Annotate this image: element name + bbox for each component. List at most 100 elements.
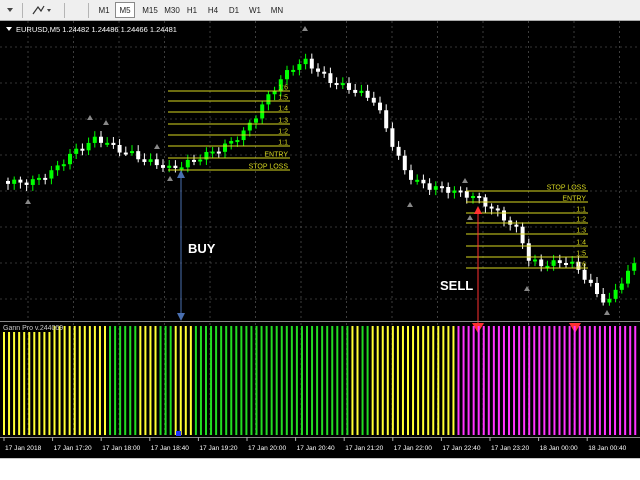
candle-body	[564, 262, 568, 265]
buy-level-label: STOP LOSS	[249, 164, 289, 171]
buy-levels-group: 1:6 1:5 1:4 1:3 1:2 1:1 ENTRY STOP LOSS	[168, 85, 290, 171]
candle-body	[303, 58, 308, 65]
time-label: 17 Jan 18:40	[151, 445, 189, 452]
sell-level-label: 1:4	[576, 240, 586, 247]
candle-body	[415, 179, 420, 182]
sell-level-label: 1:3	[576, 228, 586, 235]
buy-level-label: 1:3	[278, 118, 288, 125]
fractal-marker-icon	[604, 310, 610, 315]
time-label: 17 Jan 18:00	[102, 445, 140, 452]
candle-body	[390, 128, 395, 147]
candle-body	[192, 159, 196, 162]
time-label: 17 Jan 20:40	[297, 445, 335, 452]
time-label: 17 Jan 19:20	[199, 445, 237, 452]
symbol-info: EURUSD,M5 1.24482 1.24486 1.24466 1.2448…	[16, 25, 177, 34]
candle-body	[514, 224, 519, 227]
candle-body	[198, 159, 203, 162]
candle-body	[365, 90, 370, 98]
sell-level-label: 1:5	[576, 251, 586, 258]
timeframe-w1-button[interactable]: W1	[245, 2, 265, 18]
candle-body	[30, 179, 35, 185]
buy-level-label: 1:6	[278, 85, 288, 92]
candle-body	[340, 83, 345, 86]
sell-level-label: STOP LOSS	[547, 185, 587, 192]
candle-body	[99, 136, 103, 143]
candle-body	[452, 190, 457, 193]
fractal-marker-icon	[462, 178, 468, 183]
fractal-marker-icon	[87, 115, 93, 120]
indicator-histogram	[3, 326, 637, 435]
candle-body	[254, 118, 258, 123]
candle-body	[440, 186, 444, 189]
dropdown-arrow-icon[interactable]	[3, 2, 17, 18]
candle-body	[384, 110, 389, 129]
candle-body	[495, 208, 500, 211]
candle-body	[595, 282, 599, 295]
timeframe-m30-button[interactable]: M30	[160, 2, 184, 18]
candle-body	[347, 83, 351, 90]
time-label: 17 Jan 20:00	[248, 445, 286, 452]
candle-body	[607, 298, 612, 303]
time-label: 17 Jan 22:40	[442, 445, 480, 452]
sell-arrow	[472, 206, 581, 333]
candle-body	[378, 102, 382, 111]
candle-body	[86, 142, 91, 151]
candle-body	[136, 151, 141, 160]
symbol-collapse-icon[interactable]	[6, 27, 12, 31]
candle-body	[291, 69, 296, 72]
candle-body	[409, 170, 413, 180]
candle-body	[55, 165, 60, 171]
candle-body	[223, 143, 227, 152]
candle-body	[464, 191, 469, 198]
time-label: 17 Jan 21:20	[345, 445, 383, 452]
candle-body	[260, 104, 265, 119]
fractal-marker-icon	[407, 202, 413, 207]
timeframe-m5-button[interactable]: M5	[115, 2, 135, 18]
candle-body	[328, 73, 333, 84]
candle-body	[477, 196, 482, 199]
candle-body	[632, 263, 637, 271]
time-label: 18 Jan 00:00	[540, 445, 578, 452]
timeframe-d1-button[interactable]: D1	[224, 2, 244, 18]
candle-body	[353, 89, 358, 93]
candle-body	[185, 159, 190, 168]
time-label: 18 Jan 00:40	[588, 445, 626, 452]
timeframe-m1-button[interactable]: M1	[94, 2, 114, 18]
candle-body	[297, 64, 302, 70]
timeframe-h4-button[interactable]: H4	[203, 2, 223, 18]
candle-body	[111, 142, 116, 145]
candle-body	[427, 183, 432, 190]
candle-body	[6, 181, 10, 184]
candle-body	[557, 260, 562, 263]
candle-body	[570, 261, 575, 264]
price-chart[interactable]: 1:6 1:5 1:4 1:3 1:2 1:1 ENTRY STOP LOSS STOP LO…	[0, 21, 640, 459]
buy-label: BUY	[188, 241, 216, 256]
candle-body	[142, 159, 147, 162]
indicator-dot	[176, 431, 181, 436]
fractal-marker-icon	[524, 286, 530, 291]
candle-body	[446, 187, 451, 193]
candle-body	[154, 159, 159, 166]
time-label: 17 Jan 23:20	[491, 445, 529, 452]
candle-body	[285, 70, 289, 80]
fractal-marker-icon	[167, 176, 173, 181]
buy-level-label: 1:5	[278, 95, 288, 102]
time-label: 17 Jan 17:20	[54, 445, 92, 452]
candle-body	[588, 279, 593, 283]
candle-body	[123, 152, 128, 155]
timeframe-mn-button[interactable]: MN	[266, 2, 288, 18]
objects-tool-icon[interactable]	[31, 2, 53, 18]
buy-arrow	[177, 170, 185, 321]
timeframe-m15-button[interactable]: M15	[138, 2, 162, 18]
candle-body	[582, 269, 587, 280]
candle-body	[359, 90, 364, 93]
toolbar-separator	[22, 3, 23, 18]
candle-body	[471, 196, 475, 199]
sell-level-label: 1:1	[576, 207, 586, 214]
timeframe-h1-button[interactable]: H1	[182, 2, 202, 18]
candle-body	[37, 177, 41, 180]
candle-body	[161, 165, 165, 168]
candle-body	[458, 190, 463, 193]
fractal-marker-icon	[103, 120, 109, 125]
sell-level-label: 1:6	[576, 262, 586, 269]
